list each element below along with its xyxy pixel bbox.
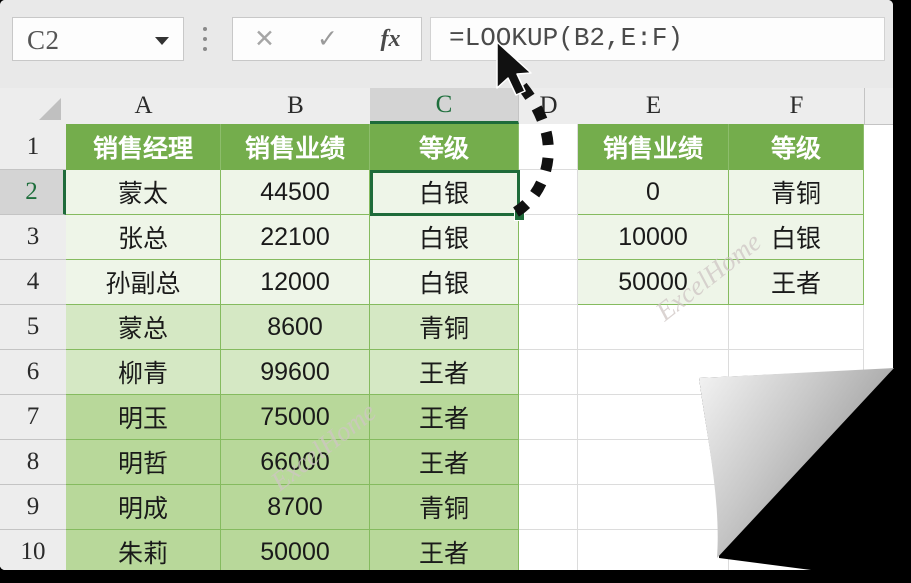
cell-a6[interactable]: 柳青 xyxy=(66,350,221,395)
cell-c2[interactable]: 白银 xyxy=(370,170,519,215)
row-header-7[interactable]: 7 xyxy=(0,395,66,440)
cell-a8[interactable]: 明哲 xyxy=(66,440,221,485)
check-icon[interactable]: ✓ xyxy=(296,18,359,60)
cell-b9[interactable]: 8700 xyxy=(221,485,370,530)
blank-cell-e10[interactable] xyxy=(578,530,729,570)
cell-b2[interactable]: 44500 xyxy=(221,170,370,215)
column-header-d[interactable]: D xyxy=(519,88,579,124)
blank-cell-e8[interactable] xyxy=(578,440,729,485)
blank-cell-f9[interactable] xyxy=(729,485,864,530)
cell-b5[interactable]: 8600 xyxy=(221,305,370,350)
row-header-3[interactable]: 3 xyxy=(0,215,66,260)
blank-cell-e5[interactable] xyxy=(578,305,729,350)
blank-cell-d1[interactable] xyxy=(519,124,578,170)
blank-cell-d10[interactable] xyxy=(519,530,578,570)
fx-icon[interactable]: fx xyxy=(359,18,422,60)
column-header-e[interactable]: E xyxy=(578,88,730,124)
cell-e2[interactable]: 0 xyxy=(578,170,729,215)
row-header-10[interactable]: 10 xyxy=(0,530,66,570)
blank-cell-e9[interactable] xyxy=(578,485,729,530)
row-header-5[interactable]: 5 xyxy=(0,305,66,350)
cell-a10[interactable]: 朱莉 xyxy=(66,530,221,570)
blank-cell-d2[interactable] xyxy=(519,170,578,215)
cell-b3[interactable]: 22100 xyxy=(221,215,370,260)
cell-b10[interactable]: 50000 xyxy=(221,530,370,570)
blank-cell-f6[interactable] xyxy=(729,350,864,395)
cell-b4[interactable]: 12000 xyxy=(221,260,370,305)
blank-cell-d3[interactable] xyxy=(519,215,578,260)
cell-e3[interactable]: 10000 xyxy=(578,215,729,260)
cell-c9[interactable]: 青铜 xyxy=(370,485,519,530)
blank-cell-f7[interactable] xyxy=(729,395,864,440)
cell-c4[interactable]: 白银 xyxy=(370,260,519,305)
cell-a5[interactable]: 蒙总 xyxy=(66,305,221,350)
lookup-table-header-f[interactable]: 等级 xyxy=(729,124,864,170)
row-header-column: 1 2 3 4 5 6 7 8 9 10 xyxy=(0,124,67,570)
formula-action-buttons: ✕ ✓ fx xyxy=(232,17,422,61)
cell-c10[interactable]: 王者 xyxy=(370,530,519,570)
cell-e4[interactable]: 50000 xyxy=(578,260,729,305)
cell-a2[interactable]: 蒙太 xyxy=(66,170,221,215)
cell-b8[interactable]: 66000 xyxy=(221,440,370,485)
row-header-6[interactable]: 6 xyxy=(0,350,66,395)
cell-a7[interactable]: 明玉 xyxy=(66,395,221,440)
chevron-down-icon[interactable] xyxy=(155,37,169,45)
cell-b6[interactable]: 99600 xyxy=(221,350,370,395)
main-table-header-a[interactable]: 销售经理 xyxy=(66,124,221,170)
column-header-b[interactable]: B xyxy=(221,88,371,124)
column-header-c[interactable]: C xyxy=(370,88,519,124)
main-table-header-c[interactable]: 等级 xyxy=(370,124,519,170)
drag-handle-dots-icon xyxy=(203,27,207,51)
cell-c8[interactable]: 王者 xyxy=(370,440,519,485)
cell-a4[interactable]: 孙副总 xyxy=(66,260,221,305)
fill-handle[interactable] xyxy=(514,210,525,221)
blank-cell-f10[interactable] xyxy=(729,530,864,570)
blank-cell-d6[interactable] xyxy=(519,350,578,395)
column-header-f[interactable]: F xyxy=(729,88,865,124)
worksheet-page: C2 ✕ ✓ fx =LOOKUP(B2,E:F) A B C D E F 1 … xyxy=(0,0,893,570)
blank-cell-d4[interactable] xyxy=(519,260,578,305)
blank-cell-f5[interactable] xyxy=(729,305,864,350)
lookup-table-header-e[interactable]: 销售业绩 xyxy=(578,124,729,170)
row-header-8[interactable]: 8 xyxy=(0,440,66,485)
blank-cell-d9[interactable] xyxy=(519,485,578,530)
close-icon[interactable]: ✕ xyxy=(233,18,296,60)
select-all-corner[interactable] xyxy=(0,88,67,124)
cell-f3[interactable]: 白银 xyxy=(729,215,864,260)
cell-c5[interactable]: 青铜 xyxy=(370,305,519,350)
blank-cell-e6[interactable] xyxy=(578,350,729,395)
cell-a9[interactable]: 明成 xyxy=(66,485,221,530)
cell-f2[interactable]: 青铜 xyxy=(729,170,864,215)
cell-a3[interactable]: 张总 xyxy=(66,215,221,260)
column-header-row: A B C D E F xyxy=(0,88,893,125)
name-box[interactable]: C2 xyxy=(12,17,184,61)
cell-c3[interactable]: 白银 xyxy=(370,215,519,260)
blank-cell-d7[interactable] xyxy=(519,395,578,440)
blank-cell-d5[interactable] xyxy=(519,305,578,350)
cell-b7[interactable]: 75000 xyxy=(221,395,370,440)
spreadsheet-grid: A B C D E F 1 2 3 4 5 6 7 8 9 10 销售经理 销售… xyxy=(0,88,893,570)
excel-screenshot-root: C2 ✕ ✓ fx =LOOKUP(B2,E:F) A B C D E F 1 … xyxy=(0,0,911,583)
formula-bar-region: C2 ✕ ✓ fx =LOOKUP(B2,E:F) xyxy=(0,0,893,88)
row-header-2[interactable]: 2 xyxy=(0,170,66,215)
main-table-header-b[interactable]: 销售业绩 xyxy=(221,124,370,170)
row-header-9[interactable]: 9 xyxy=(0,485,66,530)
formula-input[interactable]: =LOOKUP(B2,E:F) xyxy=(430,17,885,61)
column-header-a[interactable]: A xyxy=(66,88,222,124)
select-all-triangle-icon xyxy=(39,98,61,120)
name-box-value: C2 xyxy=(27,25,60,55)
cell-f4[interactable]: 王者 xyxy=(729,260,864,305)
row-header-4[interactable]: 4 xyxy=(0,260,66,305)
cell-c7[interactable]: 王者 xyxy=(370,395,519,440)
row-header-1[interactable]: 1 xyxy=(0,124,66,170)
blank-cell-d8[interactable] xyxy=(519,440,578,485)
blank-cell-e7[interactable] xyxy=(578,395,729,440)
blank-cell-f8[interactable] xyxy=(729,440,864,485)
formula-text: =LOOKUP(B2,E:F) xyxy=(449,23,684,53)
cell-c6[interactable]: 王者 xyxy=(370,350,519,395)
